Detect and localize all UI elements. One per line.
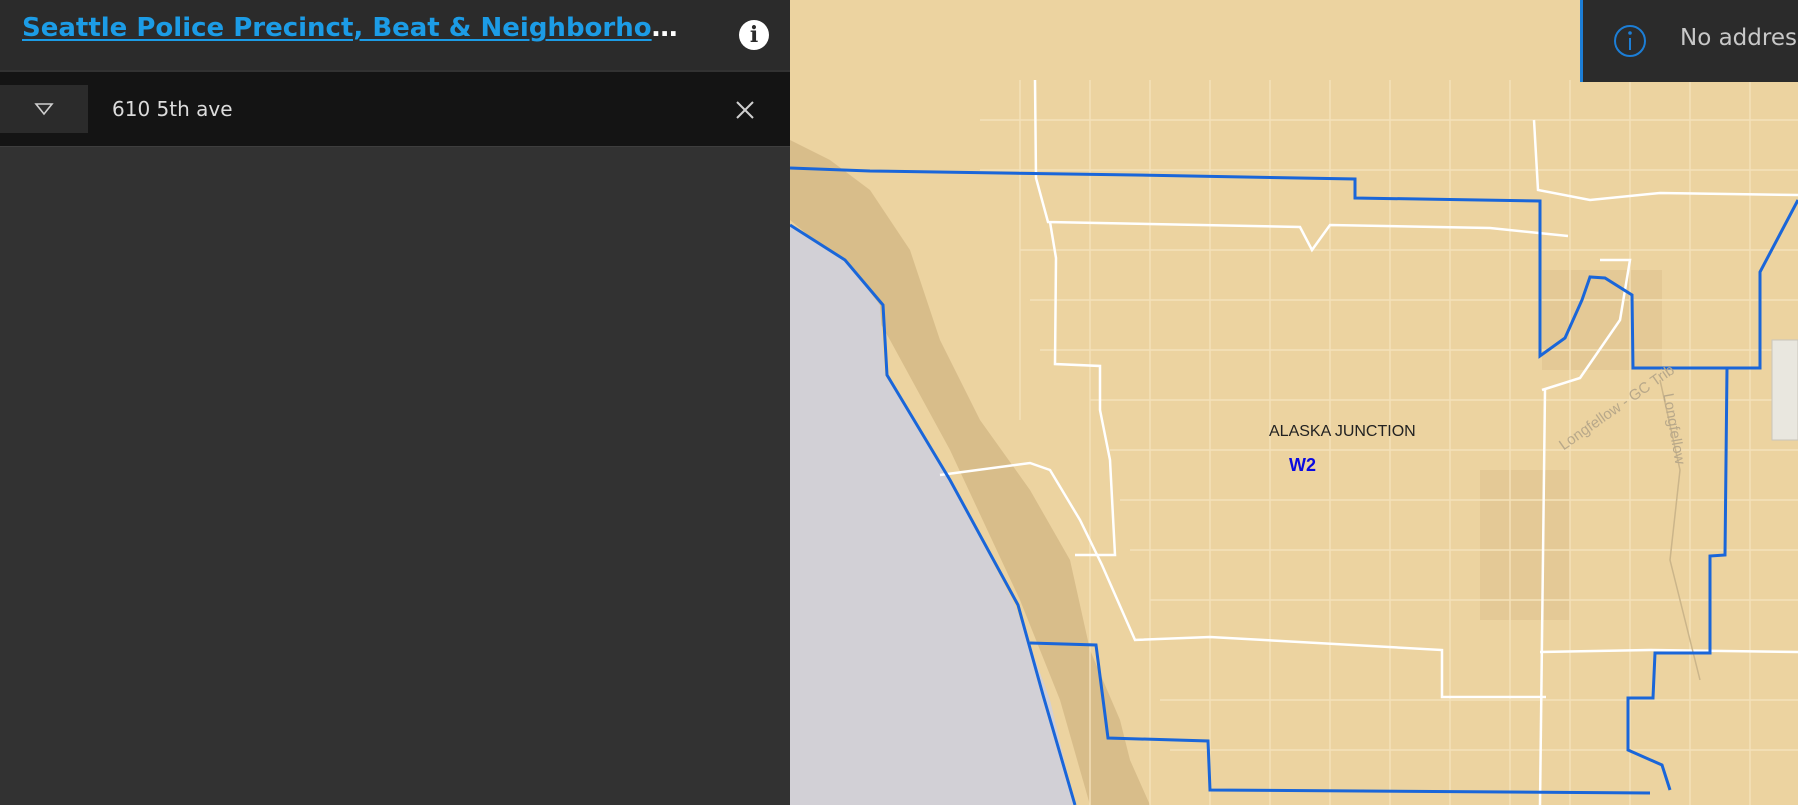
triangle-down-icon	[34, 103, 54, 116]
close-icon	[736, 101, 754, 119]
info-button[interactable]: i	[739, 20, 769, 50]
app-header: Seattle Police Precinct, Beat & Neighbor…	[0, 0, 790, 70]
search-source-dropdown[interactable]	[0, 85, 88, 133]
beat-label: W2	[1289, 455, 1316, 475]
search-input[interactable]	[100, 86, 712, 132]
park-area	[1480, 470, 1570, 620]
park-area	[1542, 270, 1662, 370]
overview-thumbnail	[1771, 339, 1798, 441]
info-icon: i	[749, 22, 759, 48]
clear-search-button[interactable]	[728, 94, 762, 126]
app-title-link[interactable]: Seattle Police Precinct, Beat & Neighbor…	[22, 13, 690, 43]
left-panel: Seattle Police Precinct, Beat & Neighbor…	[0, 0, 790, 805]
map-view[interactable]: No address found that meet search criter…	[790, 0, 1798, 805]
map-basemap	[790, 79, 1798, 805]
neighborhood-label: ALASKA JUNCTION	[1269, 423, 1416, 440]
app-title: Seattle Police Precinct, Beat & Neighbor…	[22, 13, 690, 43]
alert-message: No address found that meet search criter…	[1680, 25, 1798, 51]
alert-banner: No address found that meet search criter…	[1580, 0, 1798, 82]
info-circle-icon	[1614, 25, 1646, 57]
